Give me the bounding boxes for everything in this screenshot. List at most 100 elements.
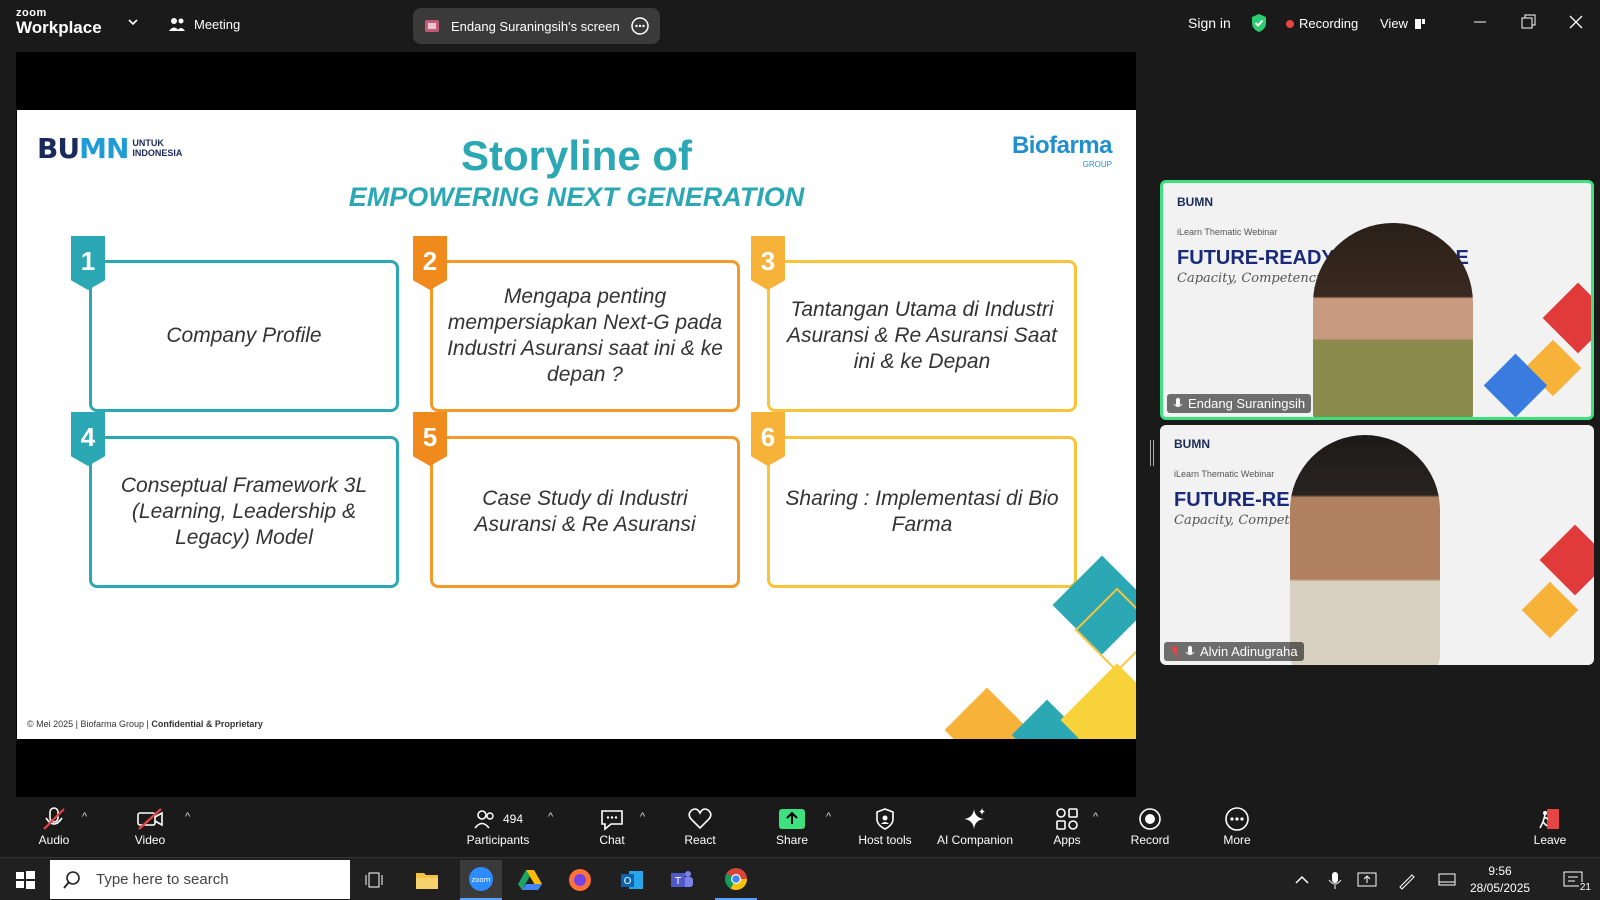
svg-text:O: O [624,876,632,887]
card-number-badge: 1 [71,236,105,290]
restore-icon[interactable] [1518,12,1538,32]
minimize-icon[interactable] [1470,12,1490,32]
participants-icon [474,810,494,829]
recording-label: Recording [1299,16,1359,31]
people-icon [169,18,185,31]
screen-share-indicator[interactable]: Endang Suraningsih's screen [413,8,660,44]
recording-indicator[interactable]: Recording [1286,16,1358,31]
tile-webinar-label: iLearn Thematic Webinar [1177,227,1278,237]
leave-door-icon [1539,809,1559,829]
participant-video [1313,223,1473,417]
meeting-label: Meeting [194,16,241,32]
participant-name-tag: Alvin Adinugraha [1164,642,1304,661]
apps-options-chevron-icon[interactable]: ^ [1093,811,1098,823]
notifications-button[interactable]: 21 [1556,865,1592,895]
search-icon [63,870,80,889]
mic-muted-icon [1170,645,1180,658]
share-label: Endang Suraningsih's screen [451,18,620,34]
participant-name-tag: Endang Suraningsih [1167,394,1312,413]
view-menu[interactable]: View [1380,16,1426,31]
video-options-chevron-icon[interactable]: ^ [185,811,190,823]
show-hidden-icons-chevron-icon[interactable] [1287,865,1317,895]
decorative-diamond [1060,663,1136,739]
zoom-taskbar-button[interactable]: zoom [460,860,502,900]
host-shield-icon [876,808,894,830]
slide-subtitle: EMPOWERING NEXT GENERATION [348,182,805,212]
react-button[interactable]: React [680,805,720,847]
screen-share-tray-icon[interactable] [1352,865,1382,895]
card-number-badge: 4 [71,412,105,466]
record-button[interactable]: Record [1130,805,1170,847]
audio-button[interactable]: Audio [34,805,74,847]
windows-start-icon[interactable] [10,865,40,895]
shield-check-icon[interactable] [1250,13,1268,33]
chrome-icon [725,868,747,890]
title-bar: zoom Workplace Meeting Endang Suraningsi… [0,0,1600,50]
file-explorer-icon[interactable] [412,865,442,895]
participant-video [1290,435,1440,665]
storyline-card-2: Mengapa penting mempersiapkan Next-G pad… [430,260,740,412]
card-number-badge: 2 [413,236,447,290]
card-number-badge: 6 [751,412,785,466]
host-tools-button[interactable]: Host tools [852,805,918,847]
chat-icon [601,810,623,831]
more-options-icon[interactable] [630,16,650,36]
microphone-tray-icon[interactable] [1320,865,1350,895]
storyline-card-6: Sharing : Implementasi di Bio Farma [767,436,1077,588]
clock-date: 28/05/2025 [1470,880,1531,895]
task-view-icon[interactable] [360,865,390,895]
windows-taskbar: Type here to search zoom O T 9:56 28/05/… [0,857,1600,900]
sign-in-button[interactable]: Sign in [1188,15,1231,31]
zoom-app-icon: zoom [469,867,493,891]
view-label: View [1380,16,1408,31]
mic-muted-icon [43,807,65,830]
video-off-icon [137,808,163,830]
share-button[interactable]: Share [772,805,812,847]
svg-text:T: T [674,876,682,887]
ai-companion-button[interactable]: AI Companion [930,805,1020,847]
panel-splitter-handle[interactable] [1150,440,1154,466]
close-icon[interactable] [1566,12,1586,32]
outlook-icon[interactable]: O [617,865,647,895]
view-layout-icon [1414,18,1425,29]
more-icon [1225,807,1249,831]
share-options-chevron-icon[interactable]: ^ [826,811,831,823]
tile-bumn-logo: BUMN [1177,195,1213,209]
search-placeholder: Type here to search [96,871,229,888]
chat-options-chevron-icon[interactable]: ^ [640,811,645,823]
chrome-taskbar-button[interactable] [715,860,757,900]
apps-button[interactable]: Apps [1047,805,1087,847]
svg-text:zoom: zoom [471,876,490,884]
participant-tile[interactable]: BUMN iLearn Thematic Webinar FUTURE-REA … [1160,425,1594,665]
participants-button[interactable]: 494 Participants [460,805,536,847]
apps-icon [1056,808,1078,830]
video-button[interactable]: Video [130,805,170,847]
firefox-icon[interactable] [565,865,595,895]
display-tray-icon[interactable] [1432,865,1462,895]
participant-count: 494 [502,812,524,826]
slide-title: Storyline of [460,132,693,179]
card-number-badge: 3 [751,236,785,290]
pen-tray-icon[interactable] [1392,865,1422,895]
audio-options-chevron-icon[interactable]: ^ [82,811,87,823]
participants-options-chevron-icon[interactable]: ^ [548,811,553,823]
zoom-logo: zoom Workplace [16,7,102,37]
recording-dot-icon [1286,19,1294,28]
card-number-badge: 5 [413,412,447,466]
google-drive-icon[interactable] [515,865,545,895]
teams-icon[interactable]: T [667,865,697,895]
chevron-down-icon[interactable] [126,15,140,29]
storyline-card-5: Case Study di Industri Asuransi & Re Asu… [430,436,740,588]
storyline-card-3: Tantangan Utama di Industri Asuransi & R… [767,260,1077,412]
more-button[interactable]: More [1217,805,1257,847]
mic-icon [1185,645,1195,655]
tile-webinar-label: iLearn Thematic Webinar [1174,469,1275,479]
chat-button[interactable]: Chat [592,805,632,847]
meeting-menu[interactable]: Meeting [168,16,240,32]
leave-button[interactable]: Leave [1530,805,1570,847]
storyline-card-4: Conseptual Framework 3L (Learning, Leade… [89,436,399,588]
participant-tile[interactable]: BUMN iLearn Thematic Webinar FUTURE-READ… [1160,180,1594,420]
taskbar-search[interactable]: Type here to search [50,860,350,899]
notification-count: 21 [1578,882,1592,893]
taskbar-clock[interactable]: 9:56 28/05/2025 [1470,863,1530,897]
